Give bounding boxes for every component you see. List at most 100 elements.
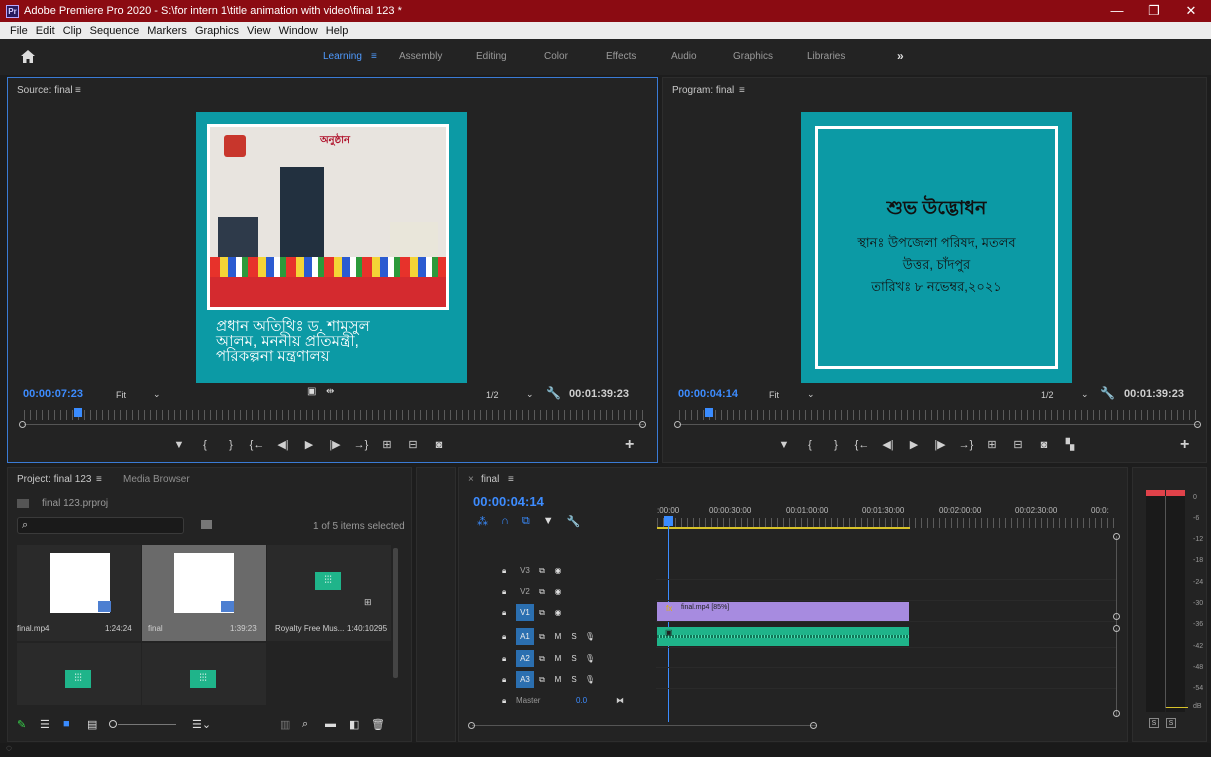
- icon-view-icon[interactable]: ■: [63, 718, 70, 730]
- program-resolution-chevron-icon[interactable]: ⌄: [1081, 389, 1089, 400]
- menu-help[interactable]: Help: [322, 25, 353, 37]
- track-lock-icon[interactable]: 🔒︎: [502, 675, 516, 685]
- program-playhead[interactable]: [705, 408, 713, 417]
- track-lock-icon[interactable]: 🔒︎: [502, 654, 516, 664]
- eye-icon[interactable]: ◉: [550, 608, 566, 617]
- solo-button[interactable]: S: [566, 632, 582, 641]
- timeline-menu-icon[interactable]: ≡: [508, 474, 514, 485]
- program-zoom-chevron-icon[interactable]: ⌄: [807, 389, 815, 400]
- more-workspaces-icon[interactable]: »: [897, 49, 904, 63]
- extract-button[interactable]: ⊟: [1005, 438, 1031, 451]
- clear-trash-icon[interactable]: 🗑: [371, 718, 385, 731]
- sync-lock-icon[interactable]: ⧉: [534, 566, 550, 576]
- workspace-tab-libraries[interactable]: Libraries: [807, 51, 845, 62]
- program-add-marker-button[interactable]: ▼: [771, 439, 797, 451]
- program-zoom-dropdown[interactable]: Fit: [769, 390, 779, 400]
- track-name[interactable]: A1: [516, 628, 534, 645]
- timeline-scroll-handle-right[interactable]: [810, 722, 817, 729]
- track-name[interactable]: V2: [516, 583, 534, 600]
- sync-lock-icon[interactable]: ⧉: [534, 608, 550, 618]
- solo-button[interactable]: S: [566, 675, 582, 684]
- solo-right-button[interactable]: S: [1166, 718, 1176, 728]
- home-icon[interactable]: [21, 50, 35, 63]
- track-v2-lane[interactable]: [656, 581, 1116, 601]
- play-button[interactable]: ▶: [296, 438, 322, 451]
- track-lock-icon[interactable]: 🔒︎: [502, 632, 516, 642]
- source-zoom-scrollbar[interactable]: [24, 424, 644, 425]
- project-item-final-sequence[interactable]: final 1:39:23: [142, 545, 266, 641]
- media-browser-tab[interactable]: Media Browser: [123, 474, 190, 485]
- snap-magnet-icon[interactable]: ∩: [501, 515, 509, 528]
- project-item-audio-3[interactable]: ⫶⫶⫶: [142, 643, 266, 705]
- microphone-icon[interactable]: 🎙︎: [582, 654, 598, 663]
- source-resolution-chevron-icon[interactable]: ⌄: [526, 389, 534, 400]
- source-timecode[interactable]: 00:00:07:23: [23, 388, 83, 400]
- workspace-tab-editing[interactable]: Editing: [476, 51, 507, 62]
- program-mark-out-button[interactable]: }: [823, 439, 849, 451]
- sync-lock-icon[interactable]: ⧉: [534, 632, 550, 642]
- program-zoom-handle-right[interactable]: [1194, 421, 1201, 428]
- new-item-icon[interactable]: ◧: [349, 718, 359, 731]
- program-go-to-in-button[interactable]: {←: [849, 439, 875, 451]
- source-playhead[interactable]: [73, 408, 82, 417]
- timeline-horizontal-scrollbar[interactable]: [472, 725, 817, 726]
- audio-scroll-top[interactable]: [1113, 625, 1120, 632]
- master-end-icon[interactable]: ⧓: [616, 696, 624, 705]
- program-export-frame-camera-icon[interactable]: ◙: [1031, 439, 1057, 451]
- audio-clip-a1[interactable]: ▣: [657, 627, 909, 646]
- lift-button[interactable]: ⊞: [979, 438, 1005, 451]
- linked-selection-icon[interactable]: ⧉: [522, 515, 530, 528]
- solo-left-button[interactable]: S: [1149, 718, 1159, 728]
- project-search-input[interactable]: ⌕: [17, 517, 184, 534]
- track-name[interactable]: A3: [516, 671, 534, 688]
- work-area-bar[interactable]: [657, 527, 910, 529]
- program-step-forward-button[interactable]: |▶: [927, 438, 953, 451]
- timeline-scroll-handle-left[interactable]: [468, 722, 475, 729]
- source-zoom-handle-left[interactable]: [19, 421, 26, 428]
- workspace-menu-icon[interactable]: ≡: [371, 51, 377, 62]
- nest-icon[interactable]: ⁂: [477, 515, 488, 528]
- track-name[interactable]: V3: [516, 562, 534, 579]
- track-lock-icon[interactable]: 🔒︎: [502, 566, 516, 576]
- comparison-view-icon[interactable]: ▚: [1057, 438, 1083, 451]
- restore-button[interactable]: ❐: [1136, 0, 1172, 22]
- solo-button[interactable]: S: [566, 654, 582, 663]
- menu-view[interactable]: View: [243, 25, 275, 37]
- program-mark-in-button[interactable]: {: [797, 439, 823, 451]
- workspace-tab-assembly[interactable]: Assembly: [399, 51, 442, 62]
- program-time-ruler[interactable]: [679, 410, 1199, 420]
- track-a2-lane[interactable]: [656, 648, 1116, 668]
- drag-video-icon[interactable]: ▣: [307, 386, 316, 397]
- track-lock-icon[interactable]: 🔒︎: [502, 696, 516, 706]
- add-marker-icon[interactable]: ▼: [543, 515, 554, 528]
- mark-out-button[interactable]: }: [218, 439, 244, 451]
- audio-scroll-bottom[interactable]: [1113, 710, 1120, 717]
- program-settings-wrench-icon[interactable]: 🔧: [1100, 386, 1115, 400]
- freeform-view-icon[interactable]: ▤: [87, 718, 97, 731]
- menu-file[interactable]: File: [6, 25, 32, 37]
- step-forward-button[interactable]: |▶: [322, 438, 348, 451]
- video-scroll-bottom[interactable]: [1113, 613, 1120, 620]
- export-frame-camera-icon[interactable]: ◙: [426, 439, 452, 451]
- project-item-royalty-free-music[interactable]: ⫶⫶⫶ ⊞ Royalty Free Mus... 1:40:10295: [267, 545, 391, 641]
- menu-sequence[interactable]: Sequence: [86, 25, 144, 37]
- mute-button[interactable]: M: [550, 654, 566, 663]
- timeline-settings-wrench-icon[interactable]: 🔧: [567, 515, 581, 528]
- eye-icon[interactable]: ◉: [550, 566, 566, 575]
- write-protect-pencil-icon[interactable]: ✎: [17, 718, 26, 731]
- step-back-button[interactable]: ◀|: [270, 438, 296, 451]
- workspace-tab-color[interactable]: Color: [544, 51, 568, 62]
- menu-markers[interactable]: Markers: [143, 25, 191, 37]
- program-zoom-handle-left[interactable]: [674, 421, 681, 428]
- automate-to-sequence-icon[interactable]: ▥: [280, 718, 290, 731]
- mute-button[interactable]: M: [550, 632, 566, 641]
- timeline-timecode[interactable]: 00:00:04:14: [473, 494, 544, 509]
- source-panel-menu-icon[interactable]: ≡: [75, 85, 81, 96]
- menu-edit[interactable]: Edit: [32, 25, 59, 37]
- track-v3-lane[interactable]: [656, 560, 1116, 580]
- close-sequence-icon[interactable]: ×: [468, 474, 474, 485]
- source-monitor-title[interactable]: Source: final: [17, 85, 73, 96]
- program-add-button[interactable]: +: [1180, 436, 1189, 454]
- program-step-back-button[interactable]: ◀|: [875, 438, 901, 451]
- program-play-button[interactable]: ▶: [901, 438, 927, 451]
